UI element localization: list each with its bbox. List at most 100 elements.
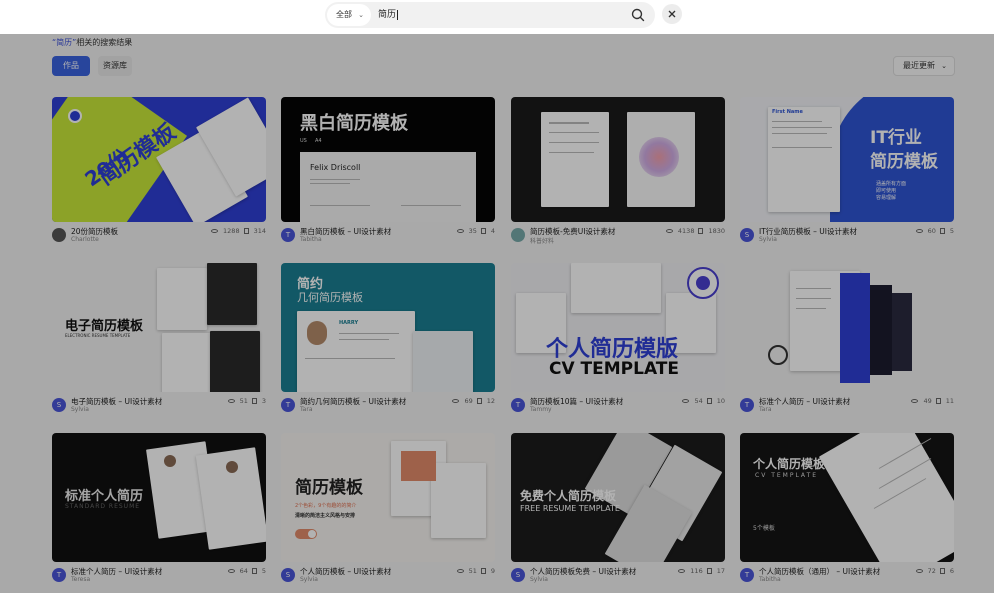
card-stats: 49 11 <box>907 397 954 405</box>
tab-assets[interactable]: 资源库 <box>98 56 132 76</box>
thumb-text: 即可使用 <box>876 188 897 194</box>
card-stats: 4138 1830 <box>662 227 725 235</box>
scope-label: 全部 <box>336 10 352 19</box>
eye-icon <box>915 569 923 573</box>
eye-icon <box>227 569 235 573</box>
thumb-text: 黑白简历模板 <box>300 113 408 134</box>
avatar[interactable] <box>52 228 66 242</box>
search-query: 简历 <box>378 10 397 20</box>
bookmark-icon <box>706 568 712 574</box>
card-author[interactable]: Teresa <box>71 576 90 583</box>
card-thumbnail[interactable]: 黑白简历模板 US A4 Felix Driscoll <box>281 97 495 222</box>
card-author[interactable]: 科普好料 <box>530 236 554 245</box>
thumb-text: IT行业 <box>870 128 922 148</box>
like-count: 5 <box>261 567 266 575</box>
text-caret <box>397 9 399 20</box>
card-thumbnail[interactable]: 简约 几何简历模板 HARRY <box>281 263 495 392</box>
bookmark-icon <box>939 228 945 234</box>
like-count: 9 <box>490 567 495 575</box>
card-author[interactable]: Sylvia <box>759 236 777 243</box>
avatar[interactable]: S <box>281 568 295 582</box>
avatar[interactable]: S <box>511 568 525 582</box>
card-thumbnail[interactable]: First Name IT行业 简历模板 涵盖所有方面 即可使用 容易理解 <box>740 97 954 222</box>
view-count: 51 <box>239 397 248 405</box>
avatar[interactable]: S <box>740 228 754 242</box>
card-thumbnail[interactable]: 20份 简历模板 <box>52 97 266 222</box>
close-icon <box>668 10 676 18</box>
view-count: 54 <box>694 397 703 405</box>
search-box[interactable]: 全部 ⌄ 简历 <box>325 2 655 28</box>
card-author[interactable]: Tabitha <box>759 576 781 583</box>
thumb-text: 简历模板 <box>295 478 363 498</box>
card-thumbnail[interactable]: 简历模板 2个色彩，9个有趣的的简介 清晰的简洁主义风格与安排 <box>281 433 495 562</box>
card-stats: 69 12 <box>448 397 495 405</box>
card-meta: 简历模板-免费UI设计素材 科普好料 4138 1830 <box>511 226 725 250</box>
eye-icon <box>452 399 460 403</box>
bookmark-icon <box>476 398 482 404</box>
avatar[interactable] <box>511 228 525 242</box>
avatar[interactable]: T <box>281 398 295 412</box>
card-author[interactable]: Sylvia <box>530 576 548 583</box>
thumb-text: FREE RESUME TEMPLATE <box>520 504 620 513</box>
card-thumbnail[interactable]: 免费个人简历模板 FREE RESUME TEMPLATE <box>511 433 725 562</box>
thumb-text: CV TEMPLATE <box>755 472 819 479</box>
avatar[interactable]: T <box>52 568 66 582</box>
eye-icon <box>456 229 464 233</box>
thumb-text: 几何简历模板 <box>297 291 363 304</box>
close-search-button[interactable] <box>662 4 682 24</box>
card-meta: S 个人简历模板免费 – UI设计素材 Sylvia 116 17 <box>511 566 725 590</box>
avatar[interactable]: S <box>52 398 66 412</box>
thumb-text: STANDARD RESUME <box>65 503 141 510</box>
result-hint: “简历”相关的搜索结果 <box>52 37 132 48</box>
bookmark-icon <box>251 398 257 404</box>
card-author[interactable]: Tammy <box>530 406 552 413</box>
thumb-text: US <box>300 138 307 144</box>
view-count: 4138 <box>677 227 695 235</box>
card-thumbnail[interactable] <box>740 263 954 392</box>
card-thumbnail[interactable]: 个人简历模版 CV TEMPLATE <box>511 263 725 392</box>
card-thumbnail[interactable]: 电子简历模板 ELECTRONIC RESUME TEMPLATE <box>52 263 266 392</box>
eye-icon <box>682 399 690 403</box>
thumb-text: 清晰的简洁主义风格与安排 <box>295 513 356 519</box>
card-thumbnail[interactable]: 个人简历模板 CV TEMPLATE 5个模板 <box>740 433 954 562</box>
tab-works[interactable]: 作品 <box>52 56 90 76</box>
card-author[interactable]: Tara <box>759 406 772 413</box>
bookmark-icon <box>698 228 704 234</box>
card-author[interactable]: Tara <box>300 406 313 413</box>
like-count: 17 <box>716 567 725 575</box>
sort-dropdown[interactable]: 最近更新 ⌄ <box>893 56 955 76</box>
thumb-text: 标准个人简历 <box>65 489 144 504</box>
card-title[interactable]: 简约几何简历模板 – UI设计素材 <box>300 396 406 407</box>
bookmark-icon <box>480 568 486 574</box>
result-suffix: 相关的搜索结果 <box>76 38 133 47</box>
view-count: 35 <box>468 227 477 235</box>
like-count: 10 <box>716 397 725 405</box>
view-count: 60 <box>927 227 936 235</box>
thumb-text: A4 <box>315 138 322 144</box>
card-thumbnail[interactable] <box>511 97 725 222</box>
card-author[interactable]: Sylvia <box>300 576 318 583</box>
card-stats: 116 17 <box>674 567 725 575</box>
card-meta: T 个人简历模板（通用） – UI设计素材 Tabitha 72 6 <box>740 566 954 590</box>
like-count: 3 <box>261 397 266 405</box>
card-thumbnail[interactable]: 标准个人简历 STANDARD RESUME <box>52 433 266 562</box>
avatar[interactable]: T <box>740 398 754 412</box>
card-author[interactable]: Charlotte <box>71 236 99 243</box>
search-input[interactable]: 简历 <box>378 2 399 28</box>
card-title[interactable]: 标准个人简历 – UI设计素材 <box>759 396 850 407</box>
thumb-text: 个人简历模板 <box>753 457 826 471</box>
eye-icon <box>665 229 673 233</box>
avatar[interactable]: T <box>511 398 525 412</box>
search-icon[interactable] <box>631 8 645 22</box>
view-count: 1288 <box>223 227 240 235</box>
card-author[interactable]: Tabitha <box>300 236 322 243</box>
bookmark-icon <box>251 568 257 574</box>
card-author[interactable]: Sylvia <box>71 406 89 413</box>
bookmark-icon <box>243 228 249 234</box>
bookmark-icon <box>939 568 945 574</box>
scope-dropdown[interactable]: 全部 ⌄ <box>327 4 371 26</box>
avatar[interactable]: T <box>281 228 295 242</box>
avatar[interactable]: T <box>740 568 754 582</box>
card-stats: 60 5 <box>912 227 954 235</box>
eye-icon <box>915 229 923 233</box>
